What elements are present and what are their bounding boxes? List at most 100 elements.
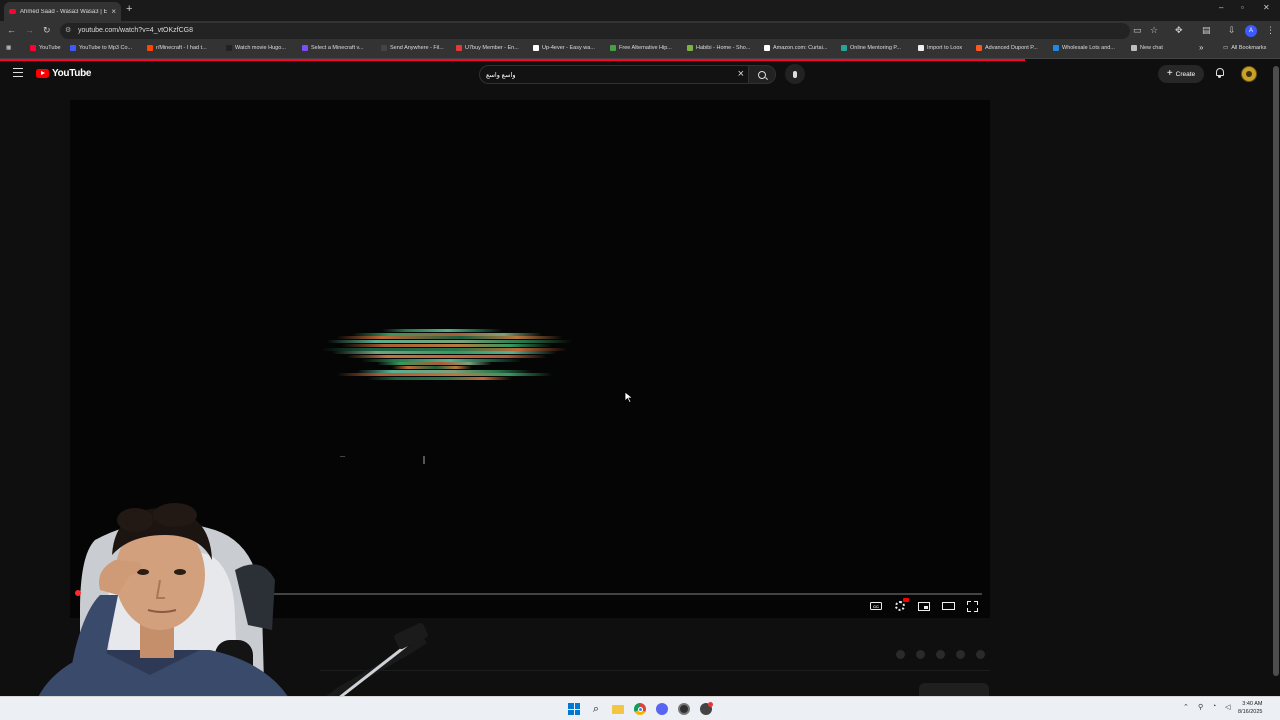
tray-overflow-icon[interactable]: ⌃ xyxy=(1183,703,1189,711)
bookmark-favicon-icon xyxy=(764,45,770,51)
bookmark-favicon-icon xyxy=(226,45,232,51)
miniplayer-button[interactable] xyxy=(916,600,932,612)
microphone-icon xyxy=(793,70,797,78)
page-load-progress xyxy=(0,59,1025,61)
notifications-bell-icon[interactable] xyxy=(1214,68,1225,79)
create-button[interactable]: + Create xyxy=(1158,65,1204,83)
bookmark-item[interactable]: Import to Loox xyxy=(918,45,962,51)
tab-title: Ahmed Saad - Wasa3 Wasa3 | E xyxy=(20,8,108,15)
profile-avatar[interactable]: A xyxy=(1245,25,1257,37)
bookmark-item[interactable]: Habibi - Home - Sho... xyxy=(687,45,750,51)
clock-time: 3:40 AM xyxy=(1242,701,1263,707)
bookmark-favicon-icon xyxy=(533,45,539,51)
obs-icon[interactable] xyxy=(677,702,691,716)
cast-icon[interactable]: ▭ xyxy=(1133,25,1142,36)
minimize-window-button[interactable]: – xyxy=(1219,3,1223,12)
bookmark-item[interactable]: Advanced Dupont P... xyxy=(976,45,1038,51)
new-tab-button[interactable]: + xyxy=(126,3,132,15)
maximize-window-button[interactable]: ▫ xyxy=(1241,3,1244,12)
fullscreen-button[interactable] xyxy=(964,600,980,612)
bookmark-item[interactable]: Amazon.com: Curtai... xyxy=(764,45,827,51)
downloads-icon[interactable]: ⇩ xyxy=(1228,25,1236,36)
youtube-favicon-icon xyxy=(9,9,16,14)
recording-app-icon[interactable] xyxy=(699,702,713,716)
bookmark-item[interactable]: r/Minecraft - I had t... xyxy=(147,45,207,51)
taskbar-clock[interactable]: 3:40 AM 8/16/2025 xyxy=(1238,700,1262,716)
bookmark-star-icon[interactable]: ☆ xyxy=(1150,25,1158,36)
page-scrollbar[interactable] xyxy=(1272,60,1280,696)
youtube-logo[interactable]: YouTube xyxy=(36,68,92,79)
close-window-button[interactable]: ✕ xyxy=(1263,3,1270,12)
guide-menu-icon[interactable] xyxy=(13,68,23,78)
account-avatar[interactable] xyxy=(1241,66,1257,82)
bookmark-favicon-icon xyxy=(610,45,616,51)
address-url: youtube.com/watch?v=4_vtOKzfCG8 xyxy=(78,27,193,34)
apps-grid-icon[interactable]: ▦ xyxy=(6,45,11,51)
bookmark-item[interactable]: U7buy Member - En... xyxy=(456,45,519,51)
bookmark-favicon-icon xyxy=(918,45,924,51)
settings-button[interactable] xyxy=(892,598,909,612)
network-icon[interactable]: ⚲ xyxy=(1198,703,1203,711)
bookmark-item[interactable]: Up-4ever - Easy wa... xyxy=(533,45,595,51)
search-query: واسع واسع xyxy=(486,72,516,79)
windows-logo-icon xyxy=(568,703,580,715)
bookmarks-bar: ▦ YouTube YouTube to Mp3 Co... r/Minecraft… xyxy=(0,41,1280,59)
bookmark-item[interactable]: Wholesale Lots and... xyxy=(1053,45,1115,51)
bookmark-item[interactable]: Free Alternative Hip... xyxy=(610,45,672,51)
subtitles-button[interactable]: CC xyxy=(868,600,884,612)
bookmark-item[interactable]: Online Mentoring P... xyxy=(841,45,901,51)
bookmark-item[interactable]: Watch movie Hugo... xyxy=(226,45,286,51)
close-tab-icon[interactable]: × xyxy=(111,7,116,16)
bookmark-favicon-icon xyxy=(381,45,387,51)
start-button[interactable] xyxy=(567,702,581,716)
theater-mode-button[interactable] xyxy=(940,600,956,612)
bookmark-item[interactable]: YouTube xyxy=(30,45,61,51)
wifi-icon[interactable]: ◔ xyxy=(1212,703,1216,710)
browser-tab-bar: Ahmed Saad - Wasa3 Wasa3 | E × + – ▫ ✕ xyxy=(0,0,1280,21)
search-input[interactable]: واسع واسع × xyxy=(479,65,749,84)
bookmark-item[interactable]: Select a Minecraft v... xyxy=(302,45,363,51)
search-button[interactable] xyxy=(748,65,776,84)
taskbar-search-icon[interactable]: ⌕ xyxy=(589,702,603,716)
address-bar[interactable]: ⚙ youtube.com/watch?v=4_vtOKzfCG8 xyxy=(60,23,1130,39)
windows-taskbar: ⌕ ⌃ ⚲ ◔ ◁ 3:40 AM 8/16/2025 xyxy=(0,696,1280,720)
bookmark-item[interactable]: YouTube to Mp3 Co... xyxy=(70,45,132,51)
video-frame xyxy=(322,325,572,383)
video-artifact xyxy=(340,456,345,457)
bookmark-favicon-icon xyxy=(302,45,308,51)
clear-search-icon[interactable]: × xyxy=(738,68,744,80)
loading-placeholder-dots xyxy=(896,650,985,659)
browser-tab-active[interactable]: Ahmed Saad - Wasa3 Wasa3 | E × xyxy=(4,2,121,21)
fullscreen-icon xyxy=(966,600,978,612)
bookmark-favicon-icon xyxy=(456,45,462,51)
reload-icon[interactable]: ↻ xyxy=(43,25,51,36)
extensions-icon[interactable]: ✥ xyxy=(1175,25,1183,36)
bookmark-favicon-icon xyxy=(147,45,153,51)
scrollbar-thumb[interactable] xyxy=(1273,66,1279,676)
discord-icon[interactable] xyxy=(655,702,669,716)
search-icon xyxy=(758,70,766,79)
forward-arrow-icon[interactable]: → xyxy=(25,25,34,35)
folder-icon: ▭ xyxy=(1223,45,1229,51)
bookmark-favicon-icon xyxy=(1131,45,1137,51)
site-info-icon[interactable]: ⚙ xyxy=(65,26,71,34)
browser-menu-icon[interactable]: ⋮ xyxy=(1266,25,1275,36)
webcam-overlay xyxy=(0,500,430,720)
bookmark-favicon-icon xyxy=(1053,45,1059,51)
bookmark-favicon-icon xyxy=(70,45,76,51)
file-explorer-icon[interactable] xyxy=(611,702,625,716)
all-bookmarks-folder[interactable]: ▭ All Bookmarks xyxy=(1223,45,1266,51)
browser-toolbar: ← → ↻ ⚙ youtube.com/watch?v=4_vtOKzfCG8 … xyxy=(0,21,1280,41)
back-arrow-icon[interactable]: ← xyxy=(7,25,16,35)
gear-icon xyxy=(895,598,909,611)
bookmark-favicon-icon xyxy=(841,45,847,51)
side-panel-icon[interactable]: ▤ xyxy=(1202,25,1211,36)
voice-search-button[interactable] xyxy=(785,64,805,84)
volume-icon[interactable]: ◁ xyxy=(1225,703,1230,711)
theater-mode-icon xyxy=(941,602,955,610)
bookmark-item[interactable]: Send Anywhere - Fil... xyxy=(381,45,444,51)
chrome-icon[interactable] xyxy=(633,702,647,716)
video-artifact-2 xyxy=(423,456,425,464)
bookmark-item[interactable]: New chat xyxy=(1131,45,1163,51)
bookmarks-overflow-icon[interactable]: » xyxy=(1199,43,1203,52)
